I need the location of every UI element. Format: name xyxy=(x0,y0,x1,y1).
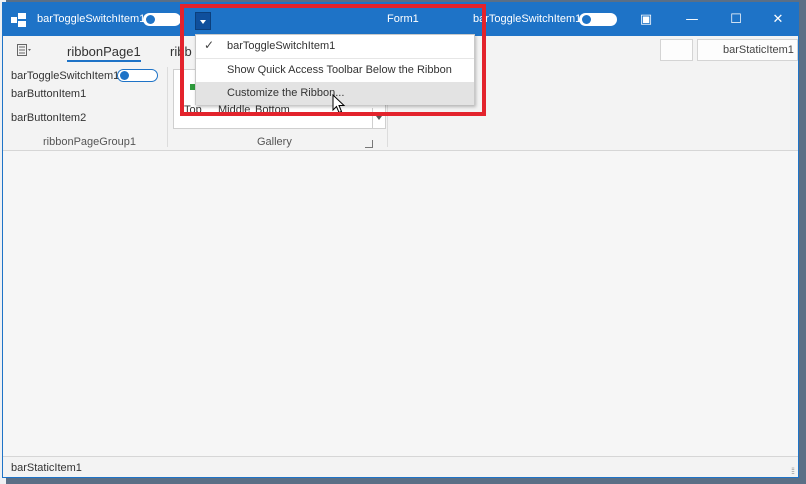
menu-item-label: Show Quick Access Toolbar Below the Ribb… xyxy=(227,64,452,76)
title-bar: barToggleSwitchItem1 Form1 barToggleSwit… xyxy=(3,3,798,36)
gallery-item-top[interactable]: Top xyxy=(184,104,202,116)
tab-ribbon-page-2[interactable]: ribb xyxy=(170,44,192,59)
menu-item-toggle-switch[interactable]: ✓ barToggleSwitchItem1 xyxy=(196,35,474,58)
menu-item-label: barToggleSwitchItem1 xyxy=(227,40,336,52)
gallery-item-middle[interactable]: Middle xyxy=(218,104,250,116)
ribbon-display-icon: ▣ xyxy=(639,12,653,27)
application-menu-icon[interactable] xyxy=(17,44,31,56)
bar-button-item-1[interactable]: barButtonItem1 xyxy=(11,88,86,100)
tab-ribbon-page-1[interactable]: ribbonPage1 xyxy=(67,44,141,62)
app-icon xyxy=(11,13,26,27)
gallery-dropdown-button[interactable] xyxy=(372,108,385,129)
gallery-item-bottom[interactable]: Bottom xyxy=(255,104,290,116)
form-client-area xyxy=(3,151,798,456)
chevron-down-icon xyxy=(376,116,382,120)
bar-button-item-2[interactable]: barButtonItem2 xyxy=(11,112,86,124)
mouse-cursor-icon xyxy=(332,94,346,114)
toggle-knob xyxy=(582,15,591,24)
minimize-icon: — xyxy=(685,12,699,27)
dialog-launcher-icon[interactable] xyxy=(365,140,373,148)
maximize-icon: ☐ xyxy=(730,12,742,27)
title-toggle-switch[interactable] xyxy=(579,13,617,26)
ribbon-toggle-switch[interactable] xyxy=(117,69,158,82)
group-caption-gallery: Gallery xyxy=(257,136,292,148)
status-static-item: barStaticItem1 xyxy=(11,462,82,474)
check-icon: ✓ xyxy=(204,38,215,52)
ribbon-static-item: barStaticItem1 xyxy=(723,44,794,56)
menu-item-show-qat-below[interactable]: Show Quick Access Toolbar Below the Ribb… xyxy=(196,59,474,82)
qat-toggle-switch[interactable] xyxy=(143,13,181,26)
maximize-button[interactable]: ☐ xyxy=(713,3,759,36)
group-caption-ribbon-page-group-1: ribbonPageGroup1 xyxy=(43,136,136,148)
qat-customize-button[interactable] xyxy=(195,12,211,30)
qat-toggle-label: barToggleSwitchItem1 xyxy=(37,13,146,25)
status-bar: barStaticItem1 ⁞⁞ xyxy=(3,456,798,477)
window-title: Form1 xyxy=(387,13,419,25)
toggle-knob xyxy=(120,71,129,80)
toggle-knob xyxy=(146,15,155,24)
group-divider xyxy=(167,67,168,147)
minimize-button[interactable]: — xyxy=(669,3,715,36)
menu-item-label: Customize the Ribbon... xyxy=(227,87,345,99)
ribbon-toggle-label: barToggleSwitchItem1 xyxy=(11,70,120,82)
chevron-down-icon xyxy=(200,20,206,24)
close-button[interactable]: ✕ xyxy=(755,3,798,36)
resize-grip-icon[interactable]: ⁞⁞ xyxy=(791,466,795,476)
ribbon-right-button[interactable] xyxy=(660,39,693,61)
close-icon: ✕ xyxy=(772,12,784,27)
main-window: barToggleSwitchItem1 Form1 barToggleSwit… xyxy=(2,2,799,478)
ribbon-display-options-button[interactable]: ▣ xyxy=(623,3,669,36)
title-toggle-label: barToggleSwitchItem1 xyxy=(473,13,582,25)
